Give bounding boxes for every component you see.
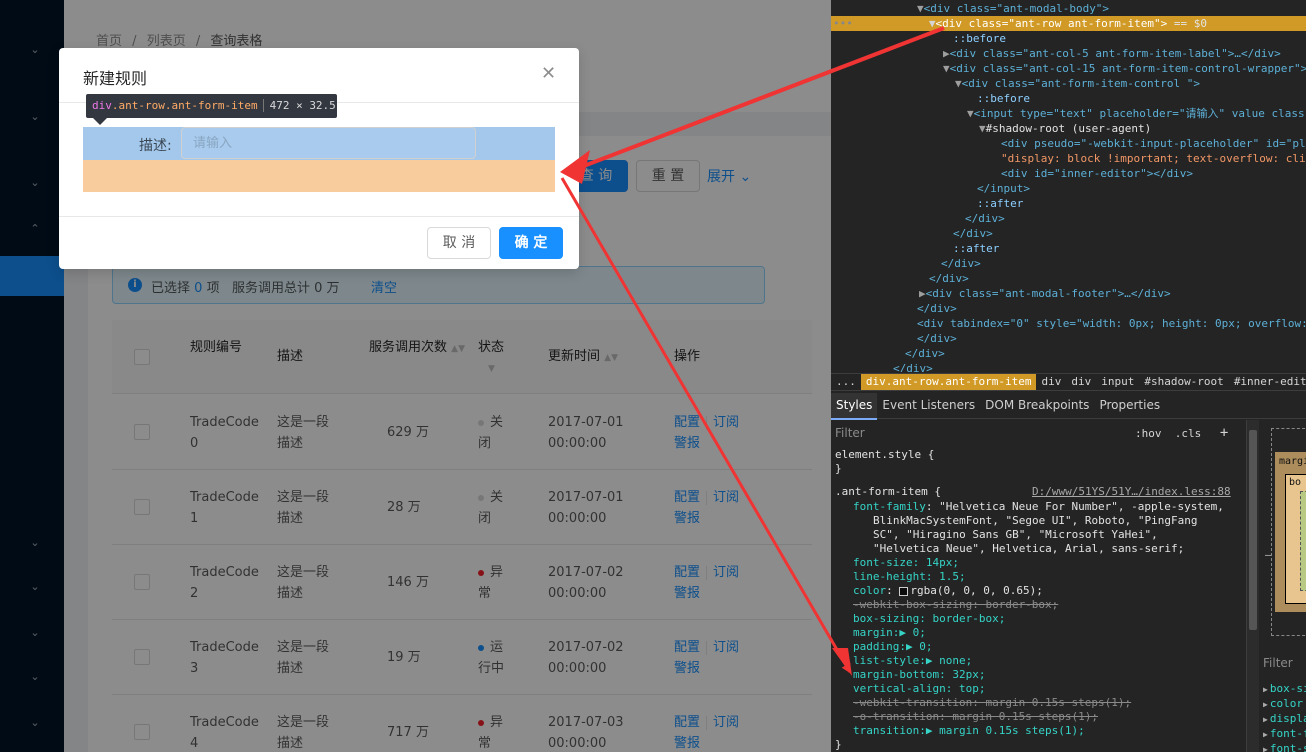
dom-node[interactable]: ::before bbox=[977, 91, 1030, 106]
dom-node[interactable]: ::before bbox=[953, 31, 1006, 46]
css-property[interactable]: padding:▶ 0; bbox=[853, 640, 932, 654]
new-rule-modal: 新建规则 ✕ 描述: 取 消 确 定 bbox=[59, 48, 579, 269]
box-model-pane: margin bo – Filter box-siz color display fo… bbox=[1259, 420, 1306, 752]
tooltip-arrow bbox=[93, 118, 107, 125]
crumb-div[interactable]: div bbox=[1036, 374, 1066, 390]
dom-node[interactable]: </div> bbox=[941, 256, 981, 271]
computed-property[interactable]: color bbox=[1263, 697, 1303, 710]
crumb-form-item[interactable]: div.ant-row.ant-form-item bbox=[860, 374, 1037, 390]
dom-node[interactable]: ::after bbox=[953, 241, 999, 256]
css-property-overridden[interactable]: -o-transition: margin 0.15s steps(1); bbox=[853, 710, 1098, 724]
crumb-input[interactable]: input bbox=[1096, 374, 1139, 390]
tab-properties[interactable]: Properties bbox=[1094, 393, 1165, 418]
dom-node[interactable]: </div> bbox=[929, 271, 969, 286]
dom-node-selected[interactable]: ••• ▼<div class="ant-row ant-form-item"> … bbox=[831, 16, 1306, 31]
css-property-cont: SC", "Hiragino Sans GB", "Microsoft YaHe… bbox=[873, 528, 1158, 541]
dom-node[interactable]: ▼<div class="ant-modal-body"> bbox=[917, 1, 1109, 16]
cancel-button[interactable]: 取 消 bbox=[427, 227, 491, 259]
rule-close: } bbox=[835, 738, 842, 751]
css-property[interactable]: list-style:▶ none; bbox=[853, 654, 972, 668]
dom-node[interactable]: <div id="inner-editor"></div> bbox=[1001, 166, 1193, 181]
css-property-cont: BlinkMacSystemFont, "Segoe UI", Roboto, … bbox=[873, 514, 1198, 527]
css-property-margin-bottom[interactable]: margin-bottom: 32px; bbox=[853, 668, 985, 682]
dom-node[interactable]: </div> bbox=[905, 346, 945, 361]
box-model-margin-label: margin bbox=[1279, 456, 1306, 467]
css-property-overridden[interactable]: -webkit-box-sizing: border-box; bbox=[853, 598, 1058, 612]
styles-filter-input[interactable]: Filter bbox=[835, 426, 865, 440]
css-property[interactable]: color: rgba(0, 0, 0, 0.65); bbox=[853, 584, 1043, 598]
tooltip-tag: div bbox=[92, 99, 112, 112]
element-style-rule[interactable]: element.style { bbox=[835, 448, 934, 462]
add-icon[interactable]: + bbox=[1208, 425, 1228, 441]
modal-footer: 取 消 确 定 bbox=[59, 216, 579, 269]
css-property[interactable]: font-family: "Helvetica Neue For Number"… bbox=[853, 500, 1224, 514]
dom-node[interactable]: </div> bbox=[893, 361, 933, 372]
source-link[interactable]: D:/www/51YS/51Y…/index.less:88 bbox=[1032, 485, 1231, 499]
css-property[interactable]: vertical-align: top; bbox=[853, 682, 985, 696]
tab-dom-breakpoints[interactable]: DOM Breakpoints bbox=[980, 393, 1094, 418]
css-property[interactable]: margin:▶ 0; bbox=[853, 626, 926, 640]
dom-node[interactable]: <div pseudo="-webkit-input-placeholder" … bbox=[1001, 136, 1306, 151]
hov-cls-label[interactable]: :hov .cls bbox=[1135, 427, 1201, 440]
dom-node[interactable]: </div> bbox=[953, 226, 993, 241]
styles-filter[interactable]: Filter :hov .cls + bbox=[835, 424, 1235, 442]
dom-node[interactable]: </div> bbox=[917, 301, 957, 316]
close-icon[interactable]: ✕ bbox=[541, 64, 556, 84]
dom-node[interactable]: </div> bbox=[965, 211, 1005, 226]
dom-node[interactable]: ▼<div class="ant-col-15 ant-form-item-co… bbox=[943, 61, 1306, 76]
description-label: 描述: bbox=[139, 138, 172, 154]
crumb-shadow-root[interactable]: #shadow-root bbox=[1139, 374, 1228, 390]
modal-title: 新建规则 bbox=[83, 69, 148, 88]
tooltip-class: .ant-row.ant-form-item bbox=[111, 99, 258, 112]
dom-node[interactable]: ▶<div class="ant-modal-footer">…</div> bbox=[919, 286, 1171, 301]
box-model-border[interactable]: bo bbox=[1285, 474, 1306, 604]
css-rule-selector[interactable]: .ant-form-item {D:/www/51YS/51Y…/index.l… bbox=[835, 485, 1245, 499]
hov-cls-toggles[interactable]: :hov .cls + bbox=[1135, 424, 1228, 443]
styles-pane: Filter :hov .cls + element.style { } .an… bbox=[831, 420, 1246, 752]
inspect-tooltip: div.ant-row.ant-form-item 472 × 32.5 bbox=[86, 94, 337, 118]
dom-node[interactable]: ▼#shadow-root (user-agent) bbox=[979, 121, 1151, 136]
ok-button[interactable]: 确 定 bbox=[499, 227, 563, 259]
dom-node[interactable]: </div> bbox=[917, 331, 957, 346]
css-property-cont: "Helvetica Neue", Helvetica, Arial, sans… bbox=[873, 542, 1185, 555]
computed-property[interactable]: font-fa bbox=[1263, 727, 1306, 740]
crumb-div[interactable]: div bbox=[1066, 374, 1096, 390]
rule-close: } bbox=[835, 462, 842, 475]
dom-node[interactable]: <div tabindex="0" style="width: 0px; hei… bbox=[917, 316, 1306, 331]
box-model-padding[interactable] bbox=[1300, 491, 1306, 591]
box-model-dash: – bbox=[1265, 550, 1272, 561]
dom-node: "display: block !important; text-overflo… bbox=[1001, 152, 1306, 165]
box-model-margin[interactable]: margin bo bbox=[1275, 452, 1306, 612]
form-item-margin-highlight bbox=[83, 160, 555, 192]
dom-node[interactable]: ▼<input type="text" placeholder="请输入" va… bbox=[967, 106, 1305, 121]
scrollbar-thumb[interactable] bbox=[1249, 430, 1257, 630]
css-property[interactable]: line-height: 1.5; bbox=[853, 570, 966, 584]
crumb-more[interactable]: ... bbox=[831, 374, 861, 390]
computed-property[interactable]: font-si bbox=[1263, 742, 1306, 752]
tab-event-listeners[interactable]: Event Listeners bbox=[877, 393, 980, 418]
computed-property[interactable]: display bbox=[1263, 712, 1306, 725]
devtools-tabs: Styles Event Listeners DOM Breakpoints Prop… bbox=[831, 393, 1306, 420]
devtools-breadcrumbs: ... div.ant-row.ant-form-item div div input #… bbox=[831, 373, 1306, 391]
tab-styles[interactable]: Styles bbox=[831, 393, 878, 420]
dom-node[interactable]: </input> bbox=[977, 181, 1030, 196]
tooltip-size: 472 × 32.5 bbox=[262, 99, 336, 112]
description-input[interactable] bbox=[181, 127, 476, 159]
dom-node[interactable]: ::after bbox=[977, 196, 1023, 211]
css-property[interactable]: box-sizing: border-box; bbox=[853, 612, 1005, 626]
crumb-inner-editor[interactable]: #inner-editor bbox=[1229, 374, 1306, 390]
dom-node[interactable]: ▼<div class="ant-form-item-control "> bbox=[955, 76, 1200, 91]
computed-property[interactable]: box-siz bbox=[1263, 682, 1306, 695]
computed-filter[interactable]: Filter bbox=[1263, 656, 1293, 670]
styles-scrollbar[interactable] bbox=[1246, 420, 1259, 752]
css-property-overridden[interactable]: -webkit-transition: margin 0.15s steps(1… bbox=[853, 696, 1131, 710]
box-model-border-label: bo bbox=[1289, 477, 1302, 488]
color-swatch[interactable] bbox=[899, 586, 909, 596]
dom-tree: ▼<div class="ant-modal-body"> ••• ▼<div c… bbox=[831, 0, 1306, 372]
css-property[interactable]: font-size: 14px; bbox=[853, 556, 959, 570]
dom-node[interactable]: ▶<div class="ant-col-5 ant-form-item-lab… bbox=[943, 46, 1281, 61]
devtools-panel: ▼<div class="ant-modal-body"> ••• ▼<div c… bbox=[831, 0, 1306, 752]
css-property[interactable]: transition:▶ margin 0.15s steps(1); bbox=[853, 724, 1085, 738]
